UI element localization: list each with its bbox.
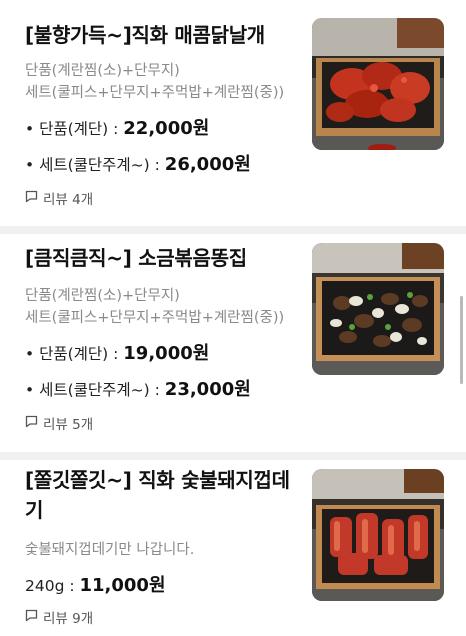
scrollbar[interactable] bbox=[460, 296, 463, 384]
review-count[interactable]: 리뷰 4개 bbox=[25, 188, 93, 208]
price-option: 240g : 11,000원 bbox=[25, 575, 166, 596]
menu-item-title: [쫄깃쫄깃~] 직화 숯불돼지껍데 기 bbox=[25, 468, 290, 522]
menu-item-description: 단품(계란찜(소)+단무지) 세트(쿨피스+단무지+주먹밥+계란찜(중)) bbox=[25, 63, 285, 101]
speech-bubble-icon bbox=[25, 609, 38, 626]
review-count[interactable]: 리뷰 5개 bbox=[25, 413, 93, 433]
price-option: • 단품(계단) : 22,000원 bbox=[25, 118, 210, 139]
menu-item-description: 숯불돼지껍데기만 나갑니다. bbox=[25, 542, 195, 558]
price-option: • 세트(쿨단주계~) : 23,000원 bbox=[25, 379, 251, 400]
price-option: • 세트(쿨단주계~) : 26,000원 bbox=[25, 154, 251, 175]
speech-bubble-icon bbox=[25, 190, 38, 207]
menu-item-photo[interactable] bbox=[312, 469, 444, 601]
section-divider bbox=[0, 226, 466, 234]
menu-item-description: 단품(계란찜(소)+단무지) 세트(쿨피스+단무지+주먹밥+계란찜(중)) bbox=[25, 288, 285, 326]
menu-item-title: [큼직큼직~] 소금볶음똥집 bbox=[25, 246, 247, 270]
menu-item-photo[interactable] bbox=[312, 243, 444, 375]
review-count[interactable]: 리뷰 9개 bbox=[25, 607, 93, 627]
menu-item[interactable]: [큼직큼직~] 소금볶음똥집 단품(계란찜(소)+단무지) 세트(쿨피스+단무지… bbox=[0, 234, 466, 452]
menu-item[interactable]: [쫄깃쫄깃~] 직화 숯불돼지껍데 기 숯불돼지껍데기만 나갑니다. 240g … bbox=[0, 460, 466, 636]
menu-item[interactable]: [불향가득~]직화 매콤닭날개 단품(계란찜(소)+단무지) 세트(쿨피스+단무… bbox=[0, 0, 466, 226]
menu-item-title: [불향가득~]직화 매콤닭날개 bbox=[25, 23, 265, 47]
menu-item-photo[interactable] bbox=[312, 18, 444, 150]
section-divider bbox=[0, 452, 466, 460]
price-option: • 단품(계단) : 19,000원 bbox=[25, 343, 210, 364]
speech-bubble-icon bbox=[25, 415, 38, 432]
